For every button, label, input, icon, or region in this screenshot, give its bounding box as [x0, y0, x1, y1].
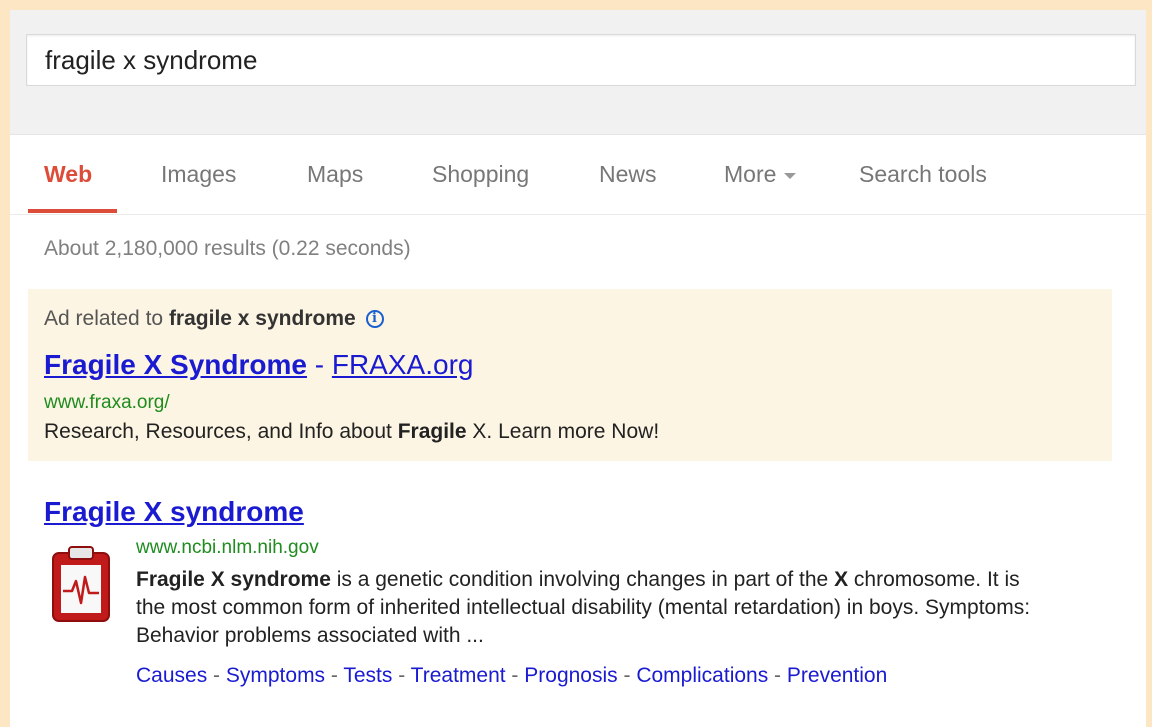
ad-label-prefix: Ad related to — [44, 307, 164, 330]
medical-clipboard-icon[interactable] — [50, 543, 112, 623]
ad-title-main[interactable]: Fragile X Syndrome — [44, 349, 307, 380]
tab-web[interactable]: Web — [44, 161, 92, 188]
chevron-down-icon — [784, 172, 797, 179]
ad-desc-before: Research, Resources, and Info about — [44, 420, 398, 443]
search-header — [10, 10, 1146, 135]
ad-description: Research, Resources, and Info about Frag… — [44, 420, 659, 444]
sitelink-separator: - — [325, 664, 344, 687]
ad-block: Ad related to fragile x syndrome i Fragi… — [28, 289, 1112, 461]
ad-label-query: fragile x syndrome — [168, 307, 356, 330]
result-snippet: Fragile X syndrome is a genetic conditio… — [136, 566, 1036, 650]
sitelink-separator: - — [505, 664, 525, 687]
sitelink-treatment[interactable]: Treatment — [411, 664, 506, 687]
result-url: www.ncbi.nlm.nih.gov — [136, 537, 319, 558]
ad-desc-bold: Fragile — [397, 420, 467, 443]
tab-more-label: More — [724, 161, 777, 187]
sitelink-separator: - — [617, 664, 637, 687]
ad-url: www.fraxa.org/ — [44, 392, 170, 413]
sitelink-prognosis[interactable]: Prognosis — [524, 664, 617, 687]
search-box[interactable] — [26, 34, 1136, 86]
result-title-link[interactable]: Fragile X syndrome — [44, 496, 304, 528]
sitelink-separator: - — [392, 664, 411, 687]
ad-label: Ad related to fragile x syndrome i — [44, 307, 384, 331]
sitelink-prevention[interactable]: Prevention — [787, 664, 887, 687]
snippet-bold-2: X — [834, 568, 849, 591]
search-input[interactable] — [27, 35, 1135, 85]
ad-title-link[interactable]: Fragile X Syndrome - FRAXA.org — [44, 349, 473, 381]
result-sitelinks: Causes - Symptoms - Tests - Treatment - … — [136, 661, 1016, 691]
active-tab-indicator — [28, 209, 117, 213]
snippet-bold-1: Fragile X syndrome — [136, 568, 331, 591]
ad-title-separator: - — [306, 349, 332, 380]
sitelink-tests[interactable]: Tests — [343, 664, 392, 687]
snippet-text-1: is a genetic condition involving changes… — [330, 568, 835, 591]
tab-maps[interactable]: Maps — [307, 161, 363, 188]
ad-desc-after: X. Learn more Now! — [466, 420, 660, 443]
search-results-page: Web Images Maps Shopping News More Searc… — [10, 10, 1146, 727]
tab-news[interactable]: News — [599, 161, 657, 188]
tab-images[interactable]: Images — [161, 161, 236, 188]
search-tabs: Web Images Maps Shopping News More Searc… — [10, 134, 1146, 215]
tab-shopping[interactable]: Shopping — [432, 161, 529, 188]
info-icon[interactable]: i — [365, 310, 384, 329]
sitelink-causes[interactable]: Causes — [136, 664, 207, 687]
sitelink-separator: - — [207, 664, 226, 687]
tab-more[interactable]: More — [724, 161, 797, 188]
sitelink-complications[interactable]: Complications — [636, 664, 768, 687]
result-stats: About 2,180,000 results (0.22 seconds) — [44, 237, 411, 260]
sitelink-separator: - — [768, 664, 787, 687]
ad-title-site[interactable]: FRAXA.org — [332, 349, 474, 380]
sitelink-symptoms[interactable]: Symptoms — [226, 664, 325, 687]
tab-search-tools[interactable]: Search tools — [859, 161, 987, 188]
